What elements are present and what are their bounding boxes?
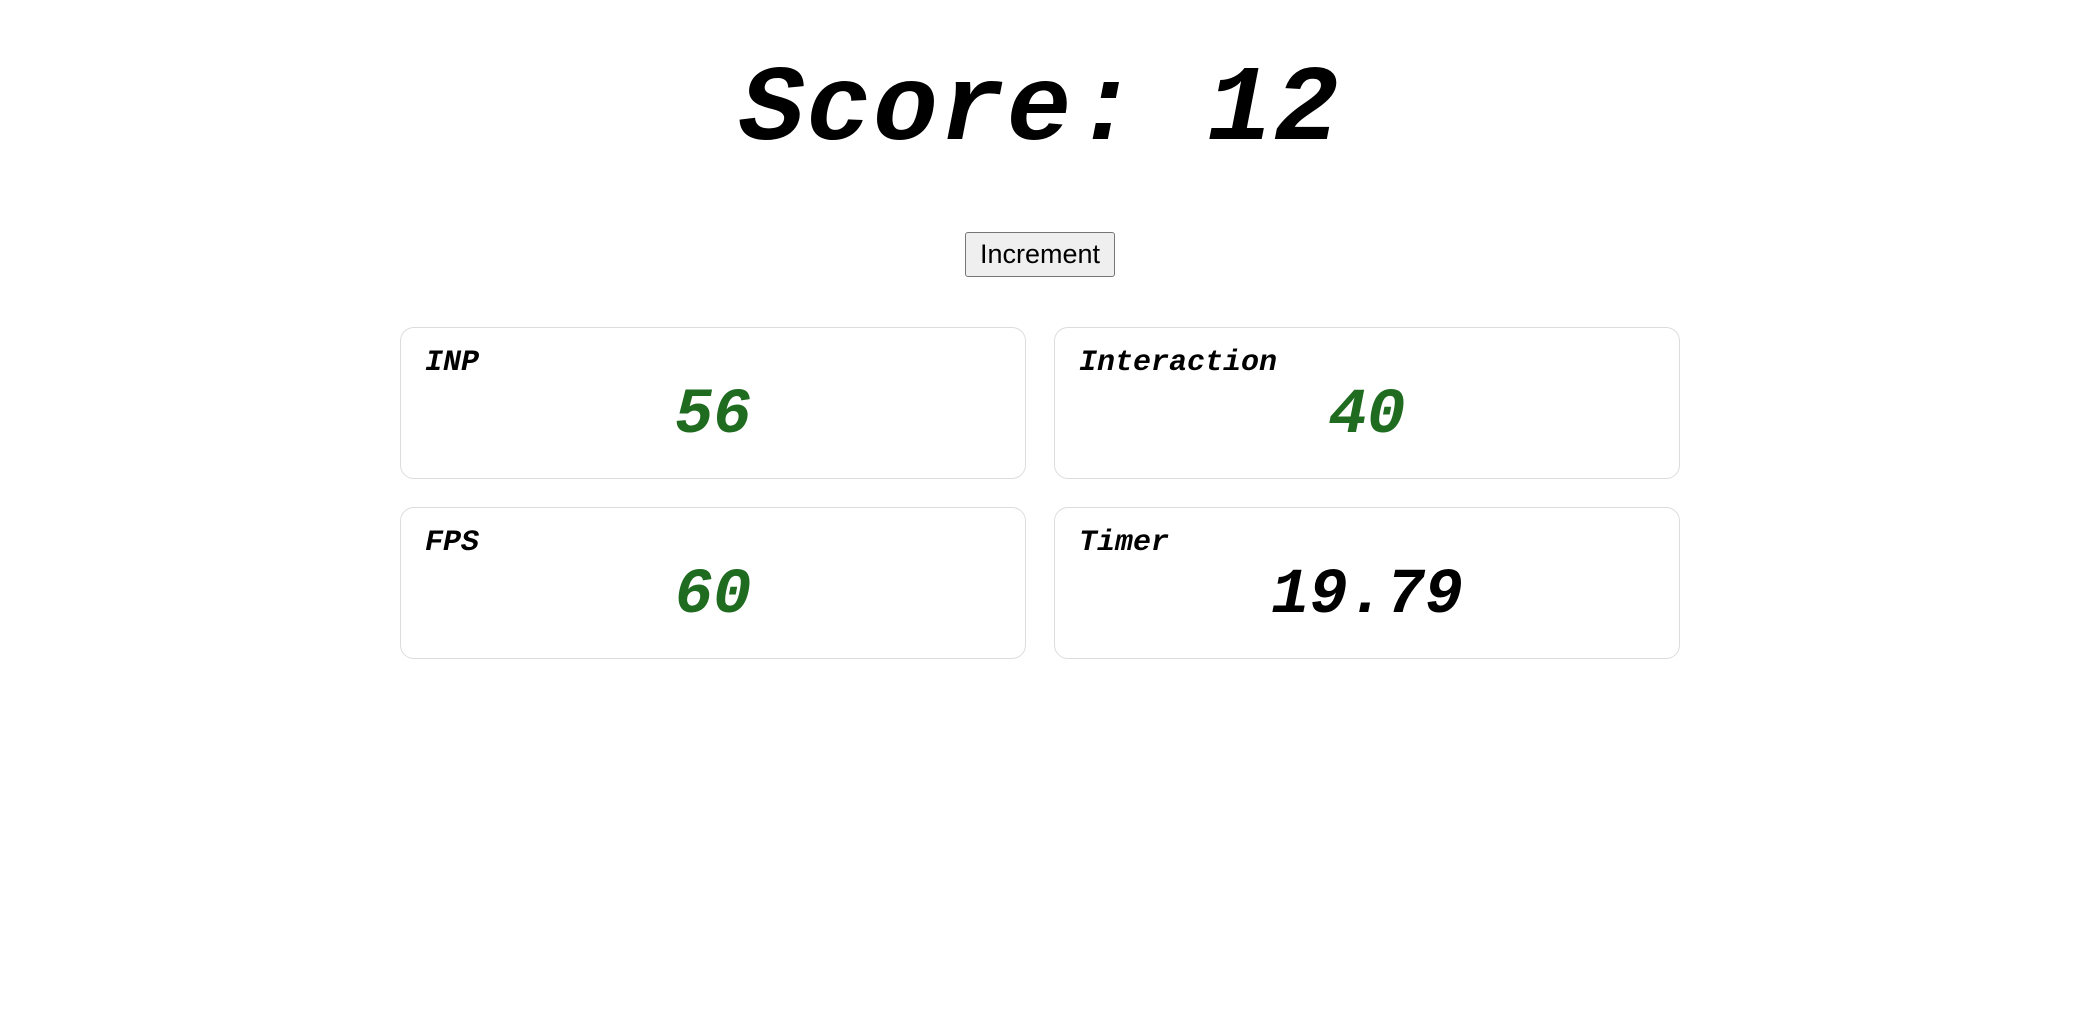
card-fps: FPS 60 [400,507,1026,659]
card-timer: Timer 19.79 [1054,507,1680,659]
cards-grid: INP 56 Interaction 40 FPS 60 Timer 19.79 [400,327,1680,659]
card-inp-value: 56 [425,384,1001,448]
main-container: Score: 12 Increment INP 56 Interaction 4… [340,50,1740,659]
score-prefix: Score: [739,50,1207,172]
card-fps-label: FPS [425,526,1001,560]
card-timer-value: 19.79 [1079,564,1655,628]
score-heading: Score: 12 [400,50,1680,172]
card-timer-label: Timer [1079,526,1655,560]
card-interaction: Interaction 40 [1054,327,1680,479]
card-fps-value: 60 [425,564,1001,628]
button-row: Increment [400,232,1680,277]
score-value: 12 [1207,50,1341,172]
card-inp: INP 56 [400,327,1026,479]
increment-button[interactable]: Increment [965,232,1115,277]
card-inp-label: INP [425,346,1001,380]
card-interaction-value: 40 [1079,384,1655,448]
card-interaction-label: Interaction [1079,346,1655,380]
